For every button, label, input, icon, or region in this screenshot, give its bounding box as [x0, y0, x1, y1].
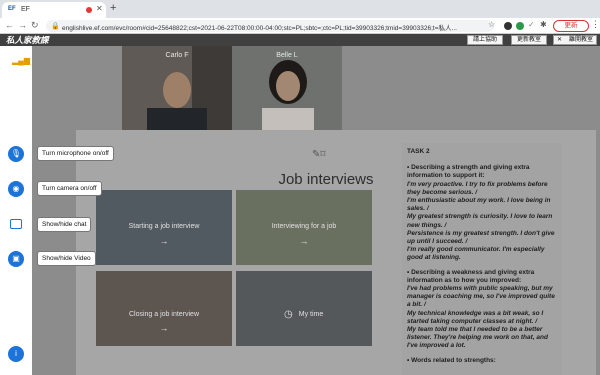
- check-icon[interactable]: ✓: [528, 20, 535, 29]
- video-button[interactable]: ▣: [8, 251, 24, 267]
- microphone-tooltip: Turn microphone on/off: [37, 146, 114, 161]
- close-tab-icon[interactable]: ✕: [96, 4, 103, 13]
- tile-label: Interviewing for a job: [271, 223, 337, 230]
- leave-classroom-button[interactable]: ✕ 離開教室: [553, 35, 597, 45]
- left-sidebar: ▂▄▆ 🎙 ◉ ▣ i: [0, 46, 32, 375]
- tile-label: My time: [298, 311, 324, 318]
- arrow-right-icon: →: [159, 236, 169, 246]
- recording-icon: [86, 7, 92, 13]
- leave-classroom-label: 離開教室: [568, 37, 593, 43]
- task-line: I'm very proactive. I try to fix problem…: [407, 180, 548, 196]
- participant-name-2: Belle L: [276, 52, 298, 59]
- extension-icon[interactable]: [504, 22, 512, 30]
- task-line: My greatest strength is curiosity. I lov…: [407, 213, 553, 229]
- star-icon[interactable]: ☆: [488, 20, 495, 29]
- video-icon: ▣: [12, 254, 20, 263]
- browser-tab-bar: EF EF ✕ +: [0, 0, 600, 18]
- tile-label: Starting a job interview: [128, 223, 200, 230]
- classroom-main: Carlo F Belle L ✎⌑ Job interviews Starti…: [32, 46, 600, 375]
- chat-bubbles-icon: ✎⌑: [312, 149, 326, 160]
- puzzle-icon[interactable]: ✱: [540, 20, 547, 29]
- task-line: I'm enthusiastic about my work. I love b…: [407, 197, 551, 213]
- app-logo: 私人家教課: [6, 36, 49, 46]
- task-line: My technical knowledge was a bit weak, s…: [407, 309, 544, 325]
- task-panel: TASK 2 • Describing a strength and givin…: [402, 143, 562, 375]
- refresh-classroom-button[interactable]: 更新教室: [511, 35, 547, 45]
- chat-tooltip: Show/hide chat: [37, 217, 92, 232]
- info-button[interactable]: i: [8, 346, 24, 362]
- menu-icon[interactable]: ⋮: [591, 19, 600, 30]
- participant-name-1: Carlo F: [165, 52, 189, 59]
- task-line: • Describing a weakness and giving extra…: [407, 268, 535, 284]
- tile-starting-interview[interactable]: Starting a job interview →: [96, 190, 232, 265]
- ef-favicon-icon: EF: [8, 6, 16, 12]
- task-title: TASK 2: [407, 148, 430, 155]
- camera-tooltip: Turn camera on/off: [37, 181, 102, 196]
- arrow-right-icon: →: [299, 236, 309, 246]
- signal-icon: ▂▄▆: [12, 56, 30, 65]
- grammar-extension-icon[interactable]: [516, 22, 524, 30]
- chat-icon[interactable]: [10, 219, 22, 229]
- arrow-right-icon: →: [159, 323, 169, 333]
- new-tab-icon[interactable]: +: [110, 2, 116, 14]
- task-line: My team told me that I needed to be a be…: [407, 326, 548, 350]
- info-icon: i: [15, 349, 17, 358]
- url-text: englishlive.ef.com/evc/room#cid=25648822…: [62, 25, 457, 32]
- url-field[interactable]: 🔒 englishlive.ef.com/evc/room#cid=256488…: [46, 20, 494, 32]
- lock-icon: 🔒: [51, 23, 60, 30]
- video-feed-1: Carlo F: [122, 46, 232, 130]
- task-line: I've had problems with public speaking, …: [407, 285, 555, 309]
- task-line: • Words related to strengths:: [407, 356, 496, 364]
- slide-title: Job interviews: [278, 171, 374, 188]
- close-icon: ✕: [557, 37, 563, 43]
- video-tooltip: Show/hide Video: [37, 251, 96, 266]
- microphone-button[interactable]: 🎙: [8, 146, 24, 162]
- tile-interviewing[interactable]: Interviewing for a job →: [236, 190, 372, 265]
- back-icon[interactable]: ←: [5, 20, 14, 30]
- help-button[interactable]: 請上協助: [467, 35, 503, 45]
- microphone-icon: 🎙: [10, 149, 22, 158]
- camera-icon: ◉: [12, 184, 20, 193]
- update-button[interactable]: 更新: [553, 20, 589, 32]
- reload-icon[interactable]: ↻: [31, 20, 39, 31]
- app-header: 私人家教課 請上協助 更新教室 ✕ 離開教室: [0, 34, 600, 46]
- camera-button[interactable]: ◉: [8, 181, 24, 197]
- task-line: Persistence is my greatest strength. I d…: [407, 229, 555, 246]
- tile-my-time[interactable]: My time ◷: [236, 271, 372, 346]
- tile-label: Closing a job interview: [128, 311, 200, 318]
- browser-tab[interactable]: EF EF ✕: [2, 2, 106, 18]
- tab-title: EF: [21, 6, 30, 13]
- tile-closing-interview[interactable]: Closing a job interview →: [96, 271, 232, 346]
- address-bar-row: ← → ↻ 🔒 englishlive.ef.com/evc/room#cid=…: [0, 18, 600, 34]
- video-feed-2: Belle L: [232, 46, 342, 130]
- task-line: I'm really good communicator. I'm especi…: [407, 246, 545, 262]
- forward-icon[interactable]: →: [18, 20, 27, 30]
- task-line: • Describing a strength and giving extra…: [407, 164, 530, 180]
- clock-icon: ◷: [284, 309, 293, 320]
